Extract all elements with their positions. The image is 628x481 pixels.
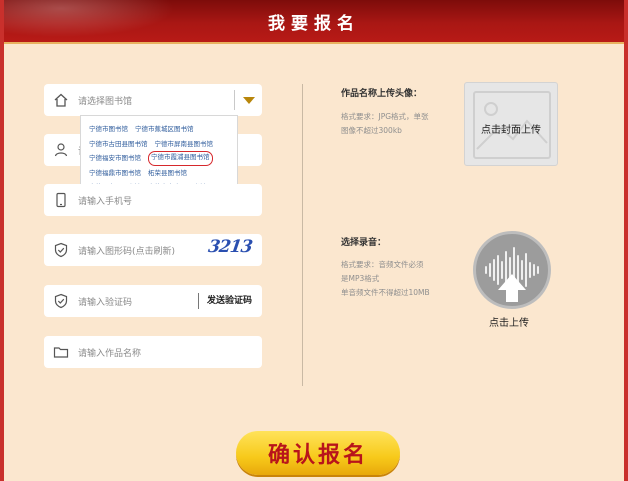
audio-section-title: 选择录音：: [341, 238, 387, 248]
library-option[interactable]: 柘荣县图书馆: [148, 166, 187, 181]
phone-icon: [44, 192, 78, 208]
shield-check-icon: [44, 293, 78, 309]
chevron-down-icon[interactable]: [234, 90, 262, 110]
sms-code-field[interactable]: 请输入验证码 发送验证码: [44, 285, 262, 317]
cover-desc-line1: 格式要求：JPG格式，单张: [341, 112, 429, 121]
library-dropdown[interactable]: 宁德市图书馆 宁德市蕉城区图书馆 宁德市古田县图书馆 宁德市屏南县图书馆 宁德福安市…: [80, 115, 238, 195]
library-select[interactable]: 请选择图书馆: [44, 84, 262, 116]
page-header: 我要报名: [4, 0, 624, 42]
audio-desc-line2: 是MP3格式: [341, 274, 380, 283]
captcha-field[interactable]: 请输入图形码(点击刷新) 3213: [44, 234, 262, 266]
library-option[interactable]: 宁德市蕉城区图书馆: [135, 122, 194, 137]
confirm-register-button[interactable]: 确认报名: [236, 431, 400, 475]
mobile-placeholder: 请输入手机号: [78, 196, 133, 207]
library-option[interactable]: 宁德福鼎市图书馆: [89, 166, 141, 181]
folder-icon: [44, 344, 78, 360]
sms-code-placeholder: 请输入验证码: [78, 297, 133, 308]
cover-upload-button[interactable]: 点击封面上传: [464, 82, 558, 166]
library-option[interactable]: 宁德市古田县图书馆: [89, 137, 148, 152]
home-icon: [44, 92, 78, 108]
captcha-placeholder: 请输入图形码(点击刷新): [78, 246, 176, 257]
send-code-button[interactable]: 发送验证码: [197, 293, 252, 309]
audio-desc-line1: 格式要求：音频文件必须: [341, 260, 424, 269]
header-divider: [4, 42, 624, 44]
work-name-field[interactable]: 请输入作品名称: [44, 336, 262, 368]
audio-upload-label: 点击上传: [489, 318, 529, 329]
library-option[interactable]: 宁德市图书馆: [89, 122, 128, 137]
library-option[interactable]: 宁德福安市图书馆: [89, 151, 141, 166]
column-divider: [302, 84, 303, 386]
library-option[interactable]: 宁德市屏南县图书馆: [155, 137, 214, 152]
library-select-placeholder: 请选择图书馆: [78, 96, 133, 107]
user-icon: [44, 142, 78, 158]
audio-upload-button[interactable]: [473, 231, 551, 309]
library-option-selected[interactable]: 宁德市霞浦县图书馆: [148, 151, 213, 166]
audio-desc-line3: 单音频文件不得超过10MB: [341, 288, 430, 297]
cover-upload-label: 点击封面上传: [481, 125, 541, 136]
mobile-field[interactable]: 请输入手机号: [44, 184, 262, 216]
captcha-image[interactable]: 3213: [206, 237, 255, 261]
cover-desc-line2: 图像不超过300kb: [341, 126, 402, 135]
work-name-placeholder: 请输入作品名称: [78, 348, 142, 359]
cover-section-title: 作品名称上传头像：: [341, 89, 423, 99]
page-title: 我要报名: [268, 13, 360, 34]
shield-check-icon: [44, 242, 78, 258]
audio-waveform-upload-icon: [485, 247, 539, 302]
